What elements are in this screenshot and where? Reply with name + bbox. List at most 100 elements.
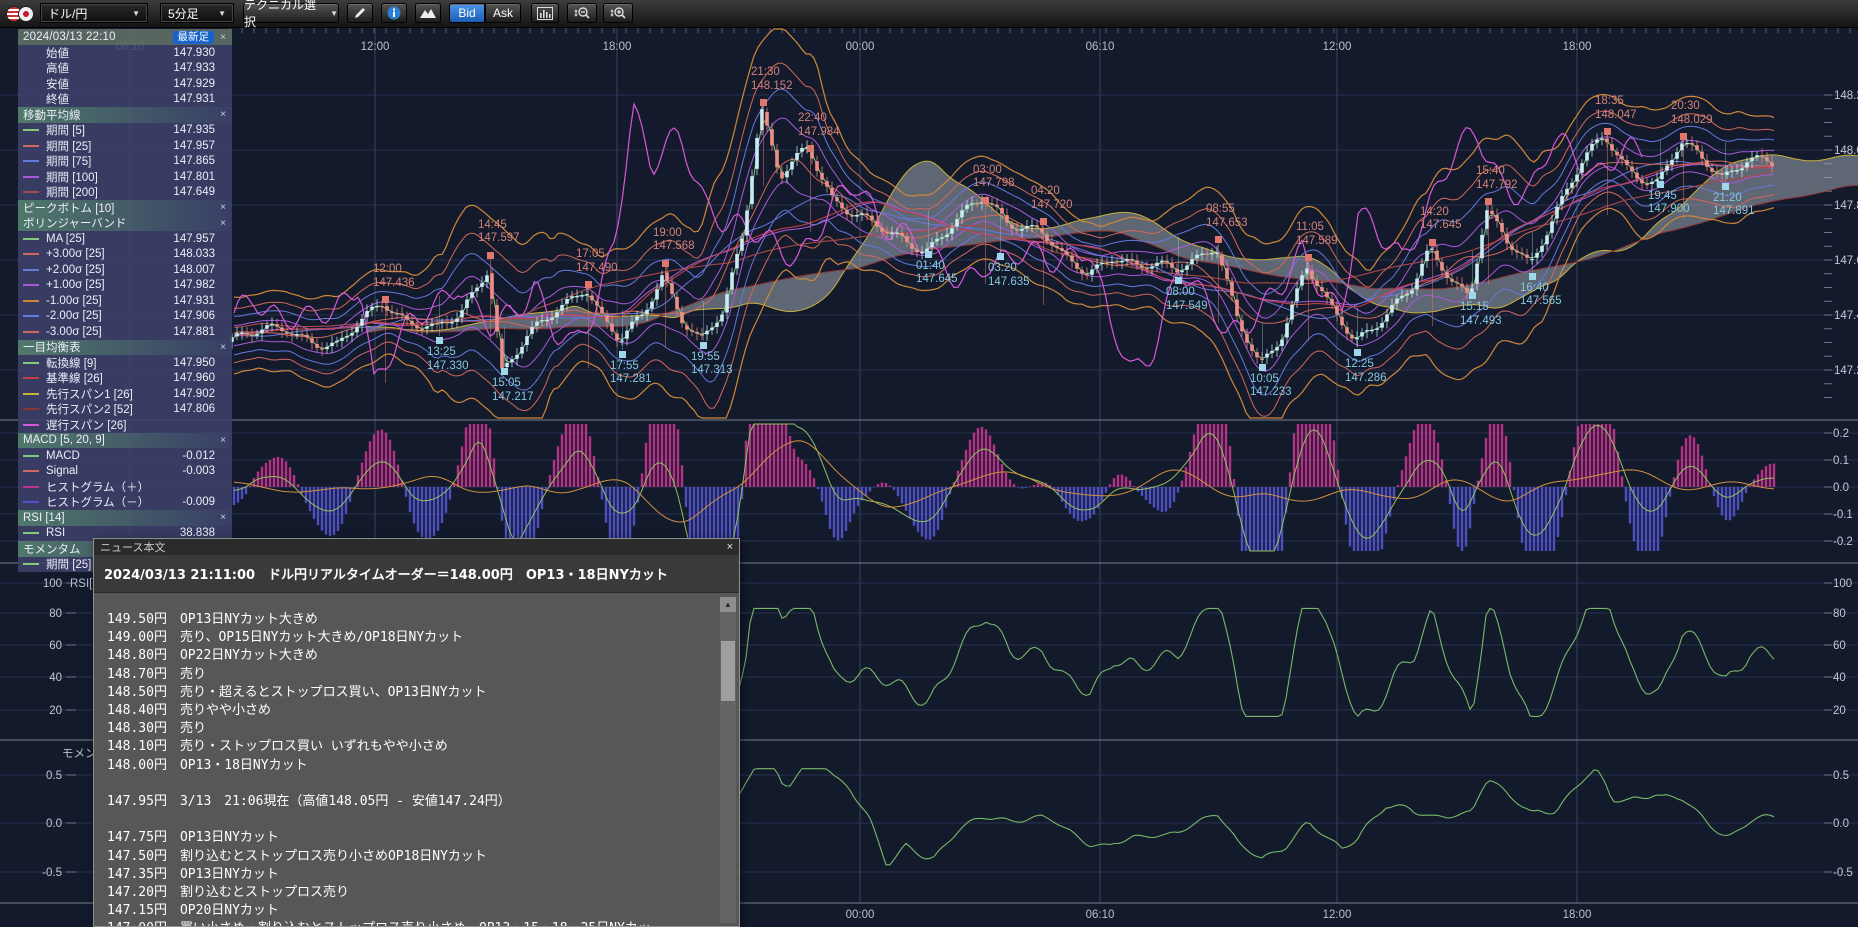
indicator-value: 147.649 bbox=[173, 186, 229, 198]
currency-pair-select[interactable]: ドル/円 ▼ bbox=[40, 3, 148, 23]
zoom-in-icon bbox=[609, 6, 627, 20]
mountain-chart-button[interactable] bbox=[415, 3, 441, 23]
time-axis-label: 18:00 bbox=[1563, 41, 1592, 53]
indicator-value: 147.960 bbox=[173, 372, 229, 384]
indicator-row: 先行スパン2 [52]147.806 bbox=[18, 402, 232, 418]
info-button[interactable] bbox=[381, 3, 407, 23]
time-axis-label: 06:10 bbox=[1086, 909, 1115, 921]
rsi-axis-label: 40 bbox=[1833, 672, 1846, 684]
line-color-swatch bbox=[23, 129, 39, 131]
indicator-label: -1.00σ [25] bbox=[46, 295, 102, 307]
section-title: RSI [14] bbox=[23, 512, 65, 524]
close-icon[interactable]: × bbox=[217, 435, 229, 446]
order-line: 148.40円 売りやや小さめ bbox=[107, 702, 714, 720]
toolbar: ドル/円 ▼ 5分足 ▼ テクニカル選択 ▼ Bid Ask bbox=[0, 0, 1858, 28]
indicator-value: 147.930 bbox=[173, 47, 229, 59]
indicator-row: +3.00σ [25]148.033 bbox=[18, 247, 232, 263]
rsi-axis-label: 40 bbox=[49, 672, 62, 684]
chevron-down-icon: ▼ bbox=[330, 9, 338, 18]
indicator-section-header: 移動平均線× bbox=[18, 107, 232, 123]
indicator-value: -0.009 bbox=[182, 496, 229, 508]
zoom-out-button[interactable] bbox=[567, 3, 597, 23]
indicator-value: 147.982 bbox=[173, 279, 229, 291]
line-color-swatch bbox=[23, 315, 39, 317]
indicator-row: MA [25] 147.957 bbox=[18, 231, 232, 247]
zoom-in-button[interactable] bbox=[603, 3, 633, 23]
indicator-label: 期間 [25] bbox=[46, 138, 91, 154]
indicator-value: 147.957 bbox=[173, 233, 229, 245]
volume-toggle-button[interactable] bbox=[531, 3, 559, 23]
indicator-label: MACD bbox=[46, 450, 80, 462]
time-axis-label: 18:00 bbox=[603, 41, 632, 53]
rsi-axis-label: 60 bbox=[1833, 640, 1846, 652]
close-icon[interactable]: × bbox=[217, 218, 229, 229]
indicator-label: -3.00σ [25] bbox=[46, 326, 102, 338]
macd-axis-label: 0.2 bbox=[1833, 428, 1849, 440]
line-color-swatch bbox=[23, 191, 39, 193]
indicator-row: 期間 [5]147.935 bbox=[18, 123, 232, 139]
close-icon[interactable]: × bbox=[217, 32, 229, 43]
rsi-axis-label: 20 bbox=[1833, 705, 1846, 717]
indicator-label: RSI bbox=[46, 527, 65, 539]
timeframe-select[interactable]: 5分足 ▼ bbox=[160, 3, 234, 23]
price-axis-label: 147.2 bbox=[1834, 365, 1858, 377]
price-axis-label: 147.4 bbox=[1834, 310, 1858, 322]
scroll-up-button[interactable]: ▲ bbox=[720, 597, 736, 612]
line-color-swatch bbox=[23, 563, 39, 565]
line-color-swatch bbox=[23, 470, 39, 472]
time-axis-label: 12:00 bbox=[1323, 41, 1352, 53]
indicator-row: -1.00σ [25]147.931 bbox=[18, 293, 232, 309]
indicator-row: ヒストグラム（－）-0.009 bbox=[18, 495, 232, 511]
ask-button[interactable]: Ask bbox=[485, 3, 521, 23]
close-icon[interactable]: × bbox=[217, 109, 229, 120]
draw-tool-button[interactable] bbox=[347, 3, 373, 23]
news-title: ニュース本文 bbox=[100, 539, 165, 555]
momentum-axis-label: -0.5 bbox=[1833, 867, 1853, 879]
currency-pair-value: ドル/円 bbox=[48, 5, 87, 22]
close-icon[interactable]: × bbox=[217, 202, 229, 213]
line-color-swatch bbox=[23, 408, 39, 410]
news-titlebar[interactable]: ニュース本文 × bbox=[94, 539, 739, 555]
indicator-value: 147.929 bbox=[173, 78, 229, 90]
indicator-row: 基準線 [26]147.960 bbox=[18, 371, 232, 387]
indicator-label: ヒストグラム（＋） bbox=[46, 479, 149, 495]
bid-button[interactable]: Bid bbox=[449, 3, 485, 23]
close-icon[interactable]: × bbox=[727, 541, 733, 553]
momentum-axis-label: -0.5 bbox=[42, 867, 62, 879]
indicator-section-header: MACD [5, 20, 9] × bbox=[18, 433, 232, 449]
indicator-section-header: ピークボトム [10]× bbox=[18, 200, 232, 216]
order-line: 148.30円 売り bbox=[107, 720, 714, 738]
indicator-label: -2.00σ [25] bbox=[46, 310, 102, 322]
indicator-row: 転換線 [9]147.950 bbox=[18, 355, 232, 371]
indicator-value: 147.806 bbox=[173, 403, 229, 415]
macd-axis-label: 0.1 bbox=[1833, 455, 1849, 467]
indicator-value: 147.902 bbox=[173, 388, 229, 400]
order-line: 148.00円 OP13・18日NYカット bbox=[107, 757, 714, 775]
close-icon[interactable]: × bbox=[217, 512, 229, 523]
price-axis-label: 148.0 bbox=[1834, 145, 1858, 157]
ask-label: Ask bbox=[493, 6, 513, 20]
news-scrollbar[interactable]: ▲ bbox=[720, 597, 736, 923]
time-axis-label: 00:00 bbox=[846, 41, 875, 53]
line-color-swatch bbox=[23, 253, 39, 255]
indicator-label: 遅行スパン [26] bbox=[46, 417, 126, 433]
close-icon[interactable]: × bbox=[217, 342, 229, 353]
indicator-row: -2.00σ [25]147.906 bbox=[18, 309, 232, 325]
line-color-swatch bbox=[23, 532, 39, 534]
indicator-label: MA [25] bbox=[46, 233, 85, 245]
indicator-section-header: ボリンジャーバンド× bbox=[18, 216, 232, 232]
blank-line bbox=[107, 811, 714, 829]
indicator-value: -0.003 bbox=[182, 465, 229, 477]
order-line: 147.15円 OP20日NYカット bbox=[107, 902, 714, 920]
time-axis-label: 12:00 bbox=[1323, 909, 1352, 921]
indicator-label: +2.00σ [25] bbox=[46, 264, 105, 276]
order-line: 148.80円 OP22日NYカット大きめ bbox=[107, 647, 714, 665]
japan-flag-icon bbox=[18, 6, 34, 22]
macd-axis-label: -0.2 bbox=[1833, 536, 1853, 548]
scrollbar-thumb[interactable] bbox=[721, 641, 735, 701]
order-line: 148.70円 売り bbox=[107, 666, 714, 684]
section-title: MACD [5, 20, 9] bbox=[23, 434, 105, 446]
line-color-swatch bbox=[23, 145, 39, 147]
indicator-value: 147.931 bbox=[173, 93, 229, 105]
technical-select-button[interactable]: テクニカル選択 ▼ bbox=[243, 3, 339, 23]
